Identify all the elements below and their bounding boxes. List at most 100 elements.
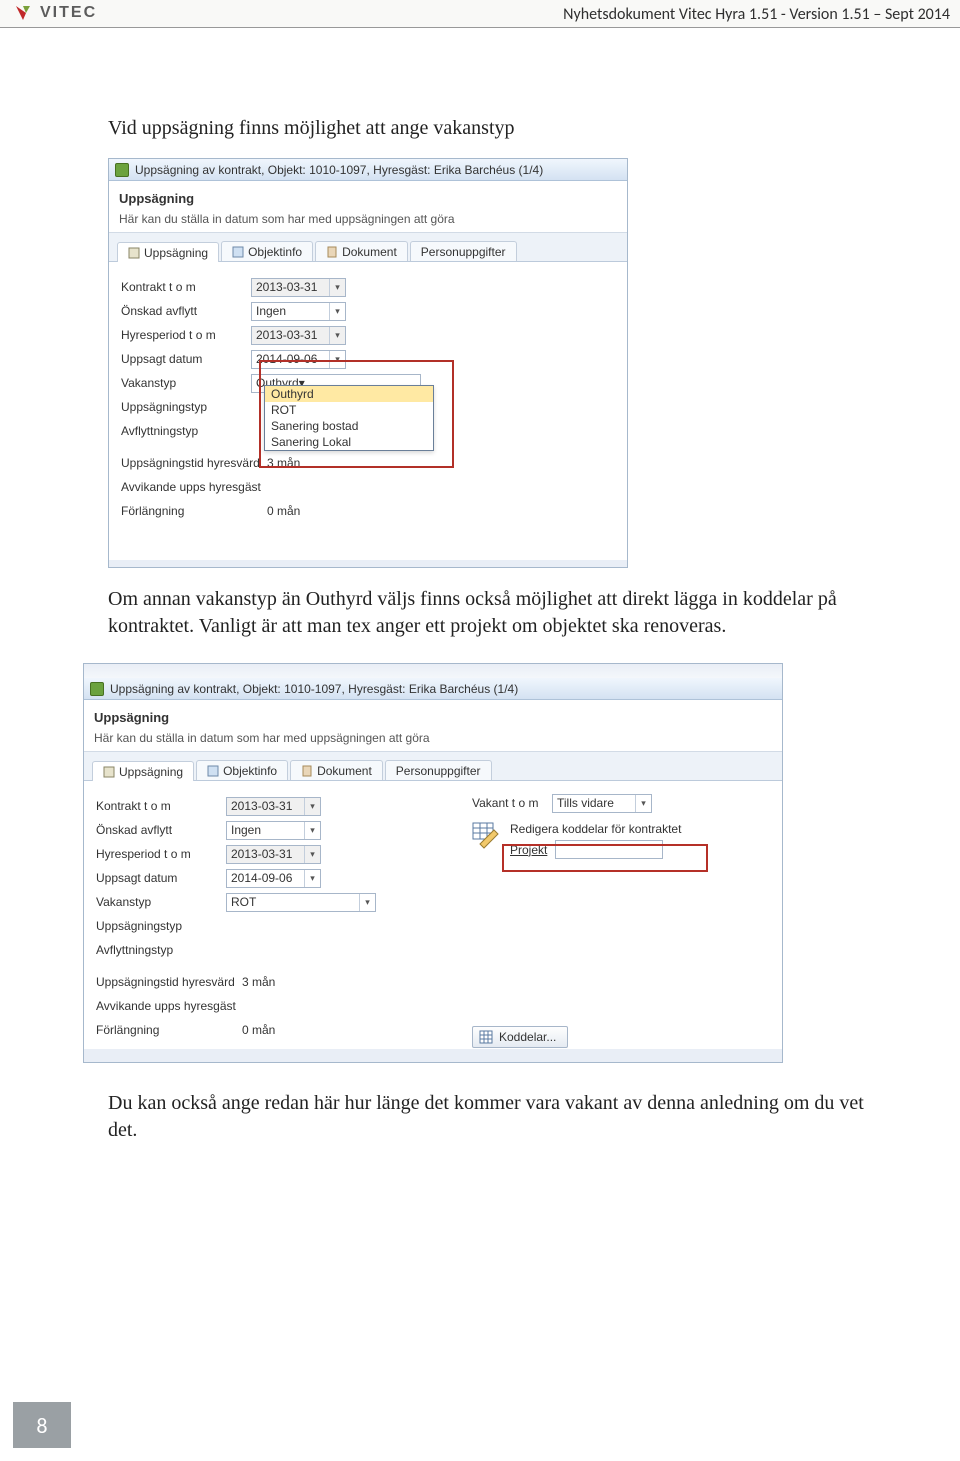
chevron-down-icon: ▾ <box>304 822 320 839</box>
input-kontrakt[interactable]: 2013-03-31▾ <box>226 797 321 816</box>
tab-icon <box>103 766 115 778</box>
label-avvik: Avvikande upps hyresgäst <box>121 480 261 494</box>
chevron-down-icon: ▾ <box>329 303 345 320</box>
value-uppstid: 3 mån <box>236 975 316 989</box>
value-forlang: 0 mån <box>261 504 341 518</box>
section-title: Uppsägning <box>119 191 617 206</box>
dropdown-item[interactable]: Sanering Lokal <box>265 434 433 450</box>
paragraph-3: Du kan också ange redan här hur länge de… <box>108 1090 868 1144</box>
section-header: Uppsägning Här kan du ställa in datum so… <box>84 700 782 752</box>
right-panel: Vakant t o mTills vidare▾ Redigera kodde… <box>472 792 762 859</box>
chevron-down-icon: ▾ <box>329 351 345 368</box>
label-vakant-tom: Vakant t o m <box>472 796 552 810</box>
koddelar-edit-text: Redigera koddelar för kontraktet Projekt <box>510 822 681 859</box>
document-title: Nyhetsdokument Vitec Hyra 1.51 - Version… <box>563 5 950 24</box>
label-kontrakt: Kontrakt t o m <box>121 280 251 294</box>
input-hyres[interactable]: 2013-03-31▾ <box>226 845 321 864</box>
dropdown-item[interactable]: Sanering bostad <box>265 418 433 434</box>
label-vakanstyp: Vakanstyp <box>96 895 226 909</box>
input-vakanstyp[interactable]: ROT▾ <box>226 893 376 912</box>
paragraph-2: Om annan vakanstyp än Outhyrd väljs finn… <box>108 586 868 640</box>
input-hyres[interactable]: 2013-03-31▾ <box>251 326 346 345</box>
label-forlang: Förlängning <box>96 1023 236 1037</box>
page-header: VITEC Nyhetsdokument Vitec Hyra 1.51 - V… <box>0 0 960 28</box>
chevron-down-icon: ▾ <box>635 795 651 812</box>
label-avvik: Avvikande upps hyresgäst <box>96 999 236 1013</box>
projekt-input[interactable] <box>555 840 663 859</box>
tab-objektinfo[interactable]: Objektinfo <box>221 241 313 261</box>
tab-dokument[interactable]: Dokument <box>290 760 383 780</box>
window-titlebar: Uppsägning av kontrakt, Objekt: 1010-109… <box>109 159 627 181</box>
vitec-logo-icon <box>14 4 32 22</box>
label-onskad: Önskad avflytt <box>96 823 226 837</box>
tab-icon <box>128 247 140 259</box>
label-kontrakt: Kontrakt t o m <box>96 799 226 813</box>
label-uppsagningstyp: Uppsägningstyp <box>96 919 226 933</box>
projekt-row: Projekt <box>510 840 681 859</box>
chevron-down-icon: ▾ <box>304 798 320 815</box>
input-uppsagt[interactable]: 2014-09-06▾ <box>226 869 321 888</box>
projekt-label[interactable]: Projekt <box>510 843 547 857</box>
label-hyres: Hyresperiod t o m <box>121 328 251 342</box>
tab-icon <box>232 246 244 258</box>
label-hyres: Hyresperiod t o m <box>96 847 226 861</box>
dropdown-item[interactable]: Outhyrd <box>265 386 433 402</box>
vakanstyp-dropdown-list[interactable]: Outhyrd ROT Sanering bostad Sanering Lok… <box>264 385 434 451</box>
tab-icon <box>301 765 313 777</box>
section-title: Uppsägning <box>94 710 772 725</box>
label-uppsagt: Uppsagt datum <box>121 352 251 366</box>
redigera-label: Redigera koddelar för kontraktet <box>510 822 681 836</box>
tab-objektinfo[interactable]: Objektinfo <box>196 760 288 780</box>
label-forlang: Förlängning <box>121 504 261 518</box>
tab-bar: Uppsägning Objektinfo Dokument Personupp… <box>84 752 782 781</box>
screenshot-2: Uppsägning av kontrakt, Objekt: 1010-109… <box>83 663 783 1063</box>
tab-uppsagning[interactable]: Uppsägning <box>92 761 194 781</box>
window-title: Uppsägning av kontrakt, Objekt: 1010-109… <box>110 682 518 696</box>
chevron-down-icon: ▾ <box>329 279 345 296</box>
section-header: Uppsägning Här kan du ställa in datum so… <box>109 181 627 233</box>
label-avflytt: Avflyttningstyp <box>121 424 251 438</box>
window-titlebar: Uppsägning av kontrakt, Objekt: 1010-109… <box>84 678 782 700</box>
section-subtitle: Här kan du ställa in datum som har med u… <box>119 212 617 226</box>
chevron-down-icon: ▾ <box>329 327 345 344</box>
brand-text: VITEC <box>40 4 97 22</box>
brand-logo: VITEC <box>14 2 97 24</box>
tab-icon <box>207 765 219 777</box>
chevron-down-icon: ▾ <box>304 846 320 863</box>
grid-icon <box>479 1030 493 1044</box>
koddelar-button-label: Koddelar... <box>499 1030 556 1044</box>
tab-uppsagning[interactable]: Uppsägning <box>117 242 219 262</box>
label-uppstid: Uppsägningstid hyresvärd <box>96 975 236 989</box>
input-onskad[interactable]: Ingen▾ <box>226 821 321 840</box>
label-uppsagt: Uppsagt datum <box>96 871 226 885</box>
grid-pencil-icon <box>472 822 500 850</box>
label-vakanstyp: Vakanstyp <box>121 376 251 390</box>
input-vakant-tom[interactable]: Tills vidare▾ <box>552 794 652 813</box>
faint-strip <box>84 664 782 678</box>
value-uppstid: 3 mån <box>261 456 341 470</box>
paragraph-1: Vid uppsägning finns möjlighet att ange … <box>108 115 515 142</box>
value-forlang: 0 mån <box>236 1023 316 1037</box>
form-area: Kontrakt t o m2013-03-31▾ Önskad avflytt… <box>109 262 627 560</box>
tab-personuppgifter[interactable]: Personuppgifter <box>385 760 492 780</box>
input-uppsagt[interactable]: 2014-09-06▾ <box>251 350 346 369</box>
chevron-down-icon: ▾ <box>359 894 375 911</box>
koddelar-edit-block: Redigera koddelar för kontraktet Projekt <box>472 822 762 859</box>
window-app-icon <box>90 682 104 696</box>
dropdown-item[interactable]: ROT <box>265 402 433 418</box>
label-avflytt: Avflyttningstyp <box>96 943 226 957</box>
section-subtitle: Här kan du ställa in datum som har med u… <box>94 731 772 745</box>
tab-icon <box>326 246 338 258</box>
chevron-down-icon: ▾ <box>304 870 320 887</box>
window-app-icon <box>115 163 129 177</box>
page-number: 8 <box>13 1402 71 1448</box>
window-title: Uppsägning av kontrakt, Objekt: 1010-109… <box>135 163 543 177</box>
screenshot-1: Uppsägning av kontrakt, Objekt: 1010-109… <box>108 158 628 568</box>
koddelar-button[interactable]: Koddelar... <box>472 1026 568 1048</box>
input-onskad[interactable]: Ingen▾ <box>251 302 346 321</box>
tab-dokument[interactable]: Dokument <box>315 241 408 261</box>
tab-personuppgifter[interactable]: Personuppgifter <box>410 241 517 261</box>
input-kontrakt[interactable]: 2013-03-31▾ <box>251 278 346 297</box>
label-uppsagningstyp: Uppsägningstyp <box>121 400 251 414</box>
tab-bar: Uppsägning Objektinfo Dokument Personupp… <box>109 233 627 262</box>
